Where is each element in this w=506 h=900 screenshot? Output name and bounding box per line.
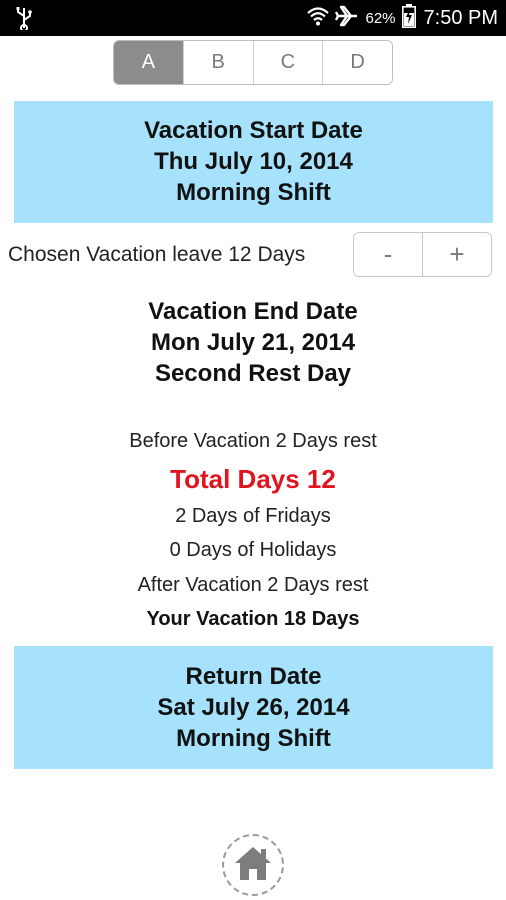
- home-icon: [233, 844, 273, 887]
- status-bar: 62% 7:50 PM: [0, 0, 506, 36]
- start-shift: Morning Shift: [176, 179, 331, 206]
- usb-icon: [14, 6, 34, 32]
- your-vacation-text: Your Vacation 18 Days: [146, 608, 360, 630]
- return-shift: Morning Shift: [176, 725, 331, 752]
- shift-tabs: A B C D: [113, 40, 393, 85]
- after-rest-text: After Vacation 2 Days rest: [137, 573, 369, 596]
- start-date: Thu July 10, 2014: [154, 148, 353, 175]
- battery-percent: 62%: [365, 9, 396, 27]
- end-shift: Second Rest Day: [154, 360, 352, 387]
- wifi-icon: [307, 6, 330, 31]
- vacation-end-block: Vacation End Date Mon July 21, 2014 Seco…: [0, 296, 506, 389]
- end-date: Mon July 21, 2014: [150, 329, 356, 356]
- holidays-text: 0 Days of Holidays: [169, 539, 337, 561]
- return-date: Sat July 26, 2014: [157, 694, 350, 721]
- fridays-text: 2 Days of Fridays: [175, 504, 331, 527]
- clock-time: 7:50 PM: [423, 6, 498, 29]
- battery-charging-icon: [401, 3, 416, 33]
- increase-days-button[interactable]: +: [423, 233, 491, 276]
- before-rest-text: Before Vacation 2 Days rest: [129, 430, 377, 452]
- airplane-icon: [335, 5, 359, 32]
- decrease-days-button[interactable]: -: [354, 233, 423, 276]
- tab-c[interactable]: C: [253, 41, 324, 84]
- total-days-text: Total Days 12: [170, 463, 336, 494]
- chosen-leave-row: Chosen Vacation leave 12 Days - +: [0, 232, 506, 278]
- return-title: Return Date: [185, 663, 322, 690]
- home-button[interactable]: [222, 834, 284, 896]
- tab-a[interactable]: A: [114, 41, 184, 84]
- return-date-box: Return Date Sat July 26, 2014 Morning Sh…: [14, 646, 493, 769]
- start-title: Vacation Start Date: [144, 117, 363, 144]
- tab-d[interactable]: D: [323, 41, 392, 84]
- tab-b[interactable]: B: [183, 41, 254, 84]
- end-title: Vacation End Date: [148, 298, 358, 325]
- chosen-leave-label: Chosen Vacation leave 12 Days: [8, 243, 306, 266]
- vacation-start-box[interactable]: Vacation Start Date Thu July 10, 2014 Mo…: [14, 101, 493, 223]
- leave-days-stepper: - +: [353, 232, 492, 277]
- vacation-summary: Before Vacation 2 Days rest Total Days 1…: [0, 424, 506, 637]
